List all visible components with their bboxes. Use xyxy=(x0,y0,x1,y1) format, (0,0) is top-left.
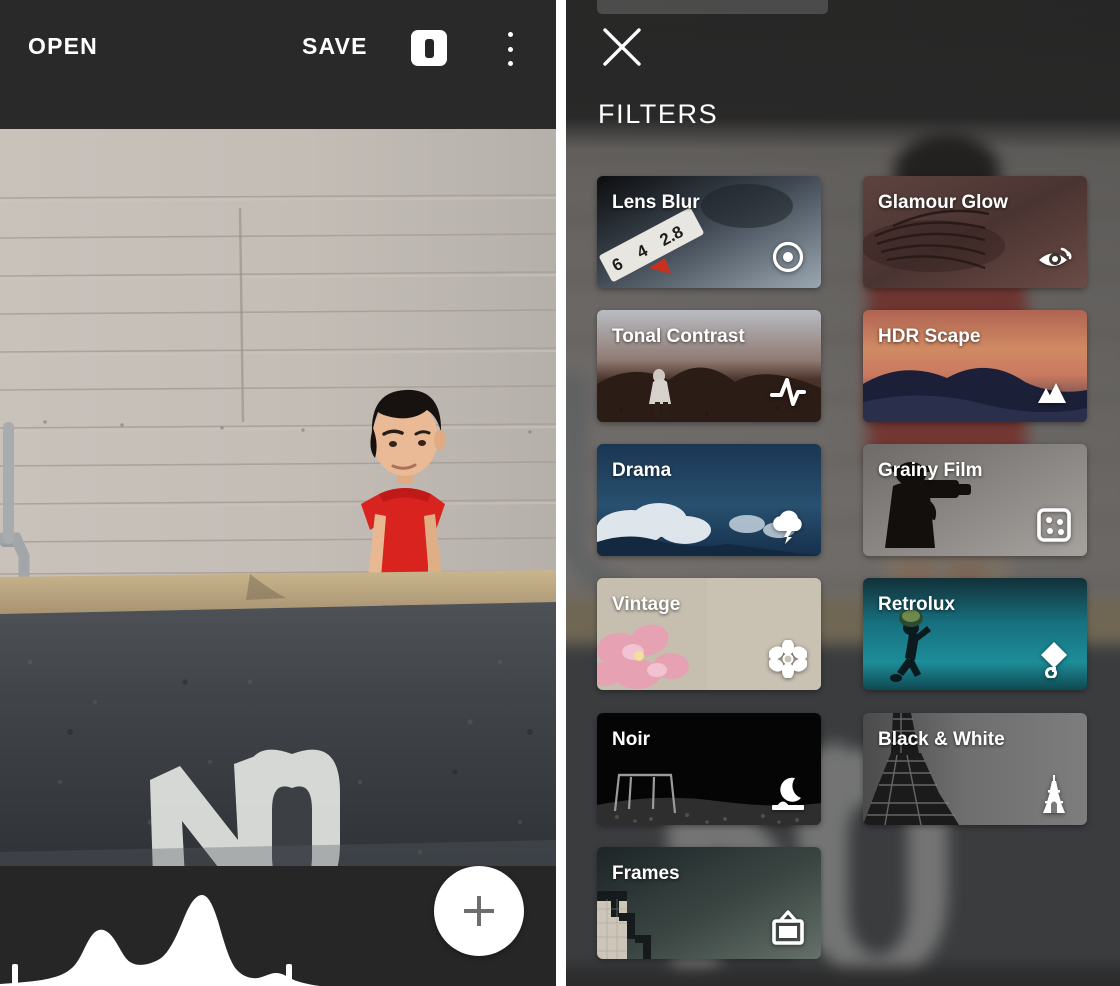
page-title: FILTERS xyxy=(598,99,719,129)
filter-card-noir[interactable]: Noir xyxy=(597,713,821,825)
menu-dot-2 xyxy=(507,46,513,52)
moon-icon xyxy=(768,774,808,814)
menu-dot-1 xyxy=(507,32,513,37)
menu-dot-3 xyxy=(507,61,513,66)
waveform-icon xyxy=(768,371,808,411)
filter-label: Grainy Film xyxy=(878,460,983,481)
filter-card-drama[interactable]: Drama xyxy=(597,444,821,556)
add-tool-button[interactable] xyxy=(434,866,524,956)
compare-glyph xyxy=(424,38,434,58)
histogram-left-handle xyxy=(12,964,18,984)
filter-label: Frames xyxy=(612,863,680,884)
filter-card-glamour-glow[interactable]: Glamour Glow xyxy=(863,176,1087,288)
filters-panel: FILTERS 6 4 2.8 Lens Blur Glamour Glow T… xyxy=(566,0,1120,986)
photo-canvas xyxy=(0,122,556,866)
photo-editor-panel: OPEN SAVE xyxy=(0,0,556,986)
filter-label: Noir xyxy=(612,729,650,750)
filter-card-tonal-contrast[interactable]: Tonal Contrast xyxy=(597,310,821,422)
storm-cloud-icon xyxy=(768,505,808,545)
overflow-menu-icon[interactable] xyxy=(500,32,520,66)
aperture-icon xyxy=(768,237,808,277)
flower-icon xyxy=(768,639,808,679)
save-button[interactable]: SAVE xyxy=(302,33,368,60)
editor-toolbar: OPEN SAVE xyxy=(0,0,556,122)
filter-grid: 6 4 2.8 Lens Blur Glamour Glow Tonal Con… xyxy=(566,176,1120,986)
plus-icon-vertical xyxy=(477,896,481,926)
filter-label: Glamour Glow xyxy=(878,192,1008,213)
filter-card-retrolux[interactable]: Retrolux xyxy=(863,578,1087,690)
filter-label: Retrolux xyxy=(878,594,956,615)
mountains-icon xyxy=(1034,371,1074,411)
filter-card-frames[interactable]: Frames xyxy=(597,847,821,959)
scrolled-partial-card[interactable] xyxy=(597,0,828,14)
open-button[interactable]: OPEN xyxy=(28,33,98,60)
filter-card-black-and-white[interactable]: Black & White xyxy=(863,713,1087,825)
filter-label: HDR Scape xyxy=(878,326,981,347)
filter-label: Vintage xyxy=(612,594,681,615)
app-root: OPEN SAVE FILTERS 6 4 2.8 Lens Blur Glam… xyxy=(0,0,1120,986)
filter-card-vintage[interactable]: Vintage xyxy=(597,578,821,690)
filter-label: Black & White xyxy=(878,729,1005,750)
light-leak-icon xyxy=(1034,639,1074,679)
filter-card-lens-blur[interactable]: 6 4 2.8 Lens Blur xyxy=(597,176,821,288)
eiffel-tower-icon xyxy=(1034,774,1074,814)
picture-frame-icon xyxy=(768,908,808,948)
panel-divider xyxy=(556,0,566,986)
filter-card-hdr-scape[interactable]: HDR Scape xyxy=(863,310,1087,422)
grain-square-icon xyxy=(1034,505,1074,545)
histogram-right-handle xyxy=(286,964,292,984)
filter-label: Tonal Contrast xyxy=(612,326,745,347)
filter-label: Drama xyxy=(612,460,672,481)
compare-original-icon[interactable] xyxy=(411,30,447,66)
filter-card-grainy-film[interactable]: Grainy Film xyxy=(863,444,1087,556)
filter-label: Lens Blur xyxy=(612,192,700,213)
edited-photo[interactable] xyxy=(0,122,556,866)
close-icon[interactable] xyxy=(599,24,645,70)
eye-icon xyxy=(1034,237,1074,277)
